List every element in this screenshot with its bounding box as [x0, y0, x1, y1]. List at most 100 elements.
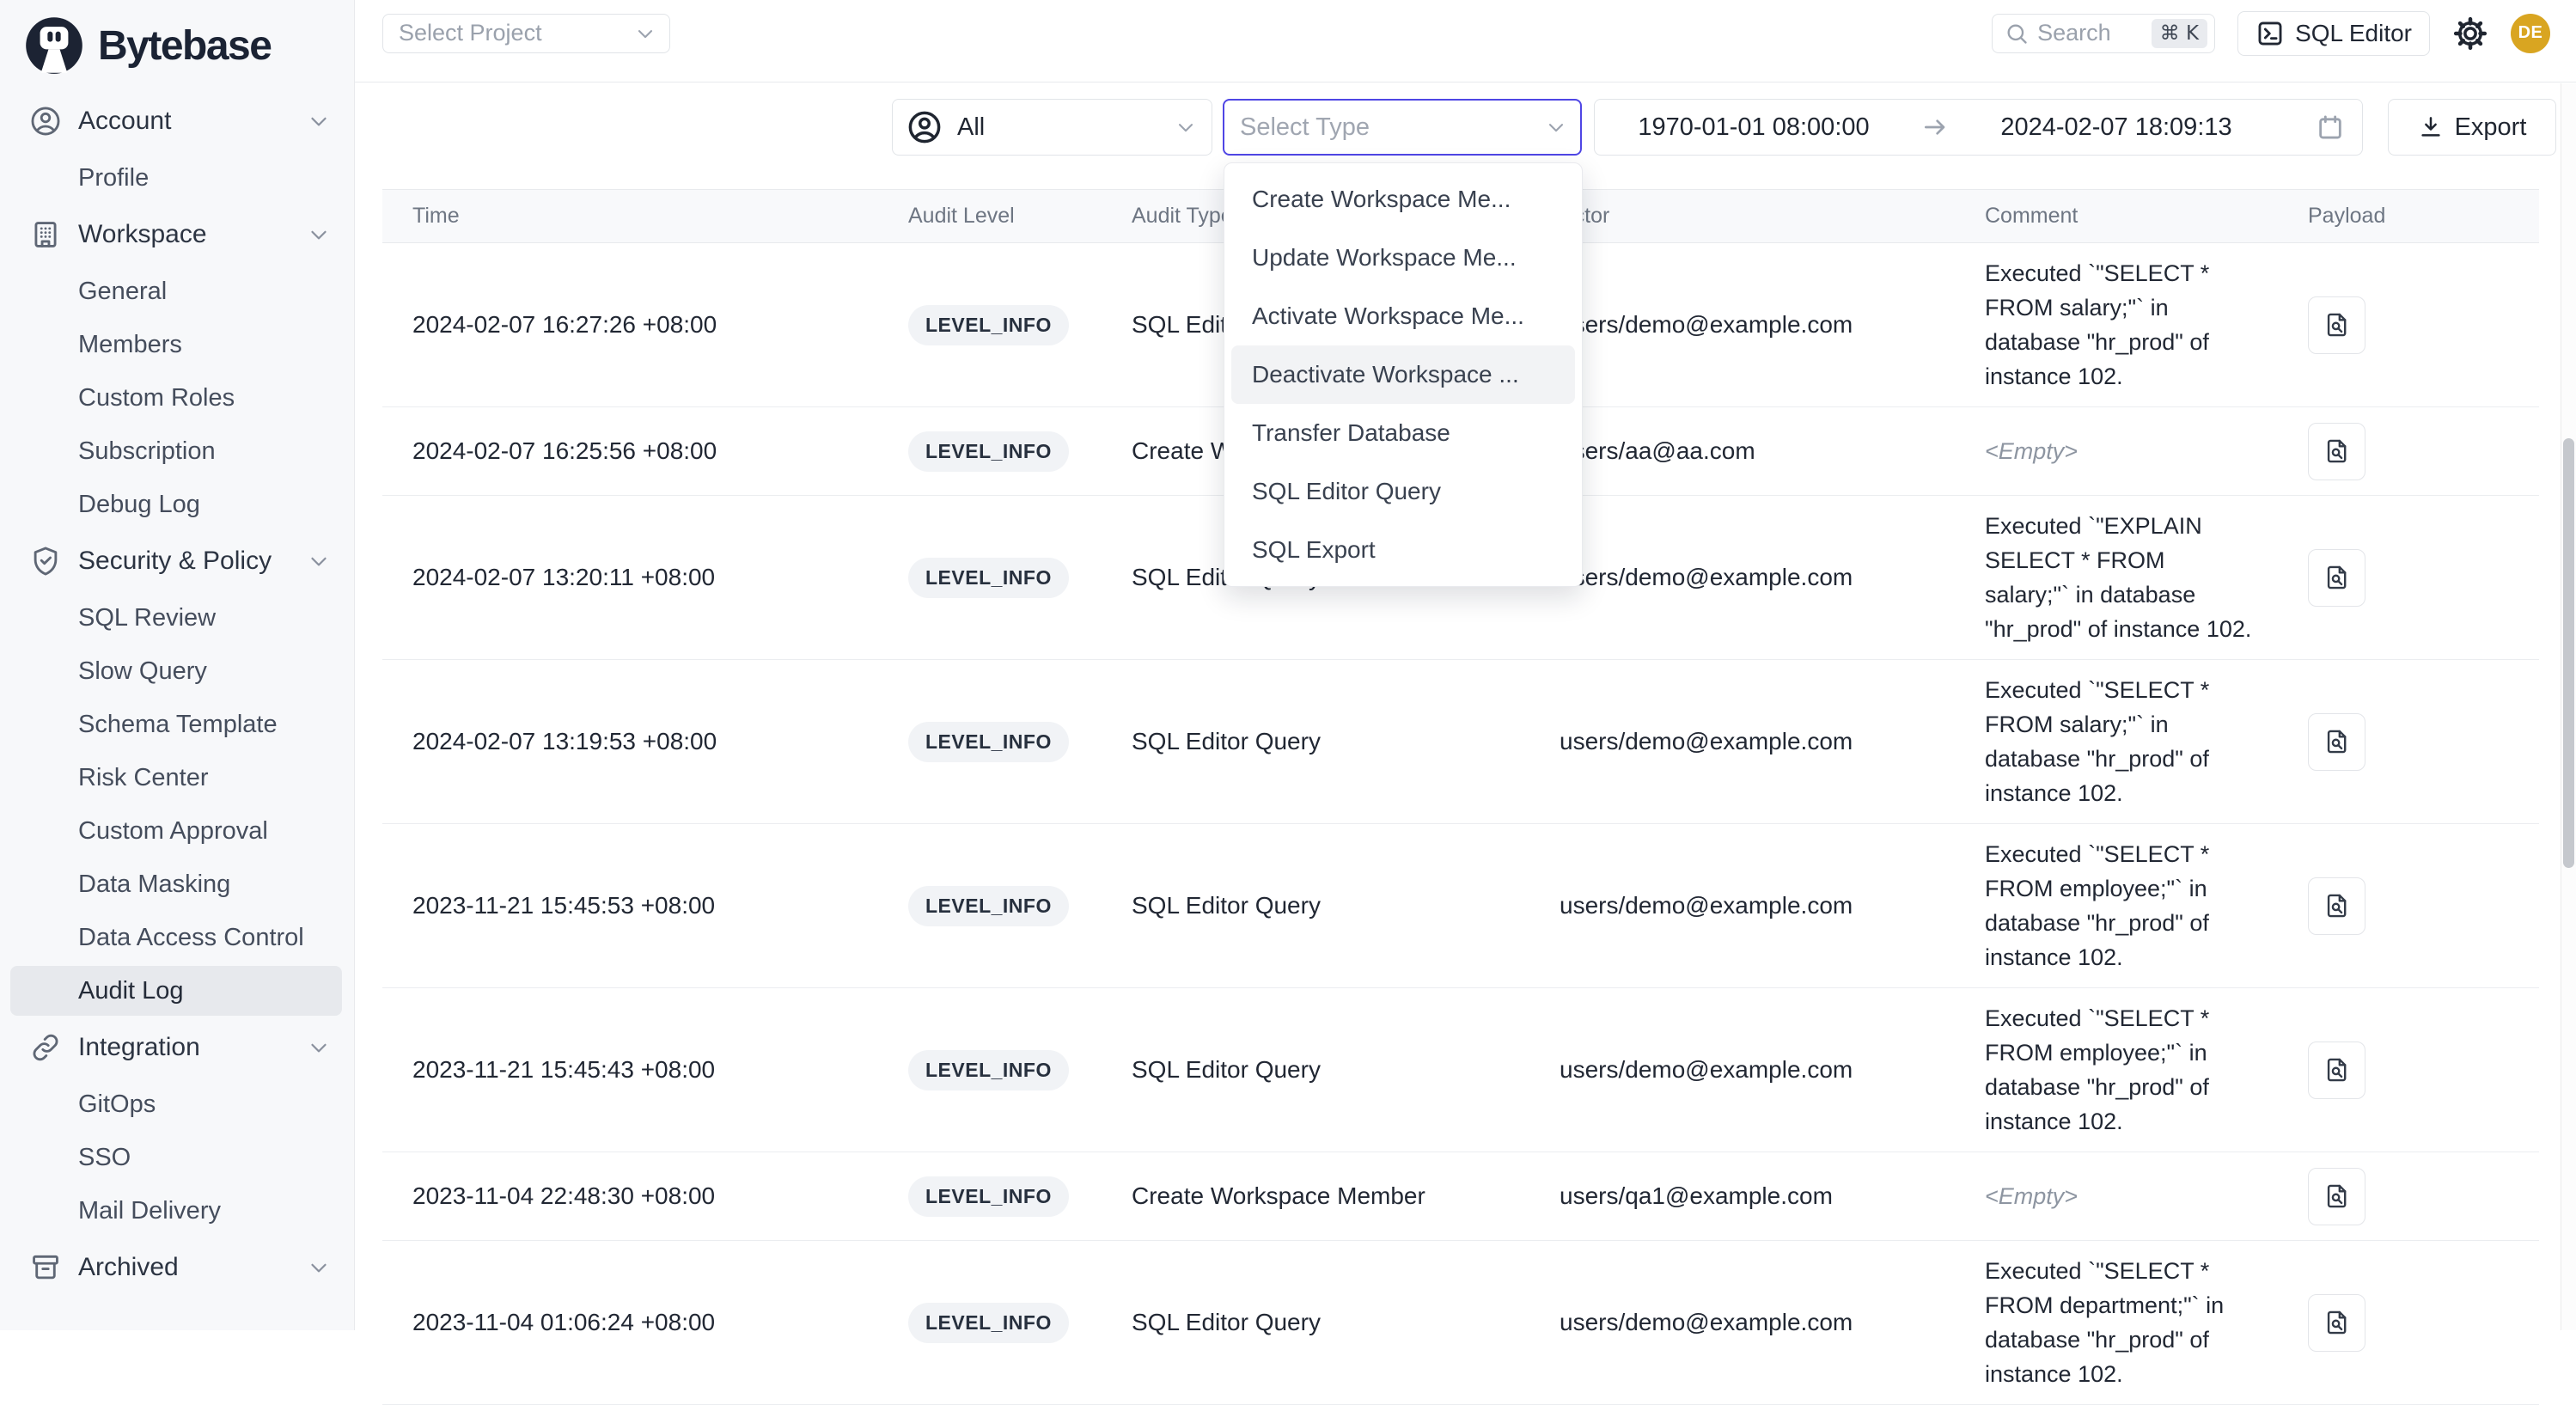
audit-level-badge: LEVEL_INFO [908, 1303, 1069, 1343]
sidebar-section-security-policy[interactable]: Security & Policy [0, 533, 354, 589]
sidebar-item-risk-center[interactable]: Risk Center [10, 753, 342, 803]
sidebar-item-custom-roles[interactable]: Custom Roles [10, 373, 342, 423]
calendar-icon [2316, 113, 2345, 142]
sidebar-item-label: SQL Review [78, 604, 216, 632]
search-input[interactable]: Search ⌘ K [1992, 14, 2215, 53]
view-payload-button[interactable] [2308, 1168, 2365, 1225]
view-payload-button[interactable] [2308, 423, 2365, 480]
view-payload-button[interactable] [2308, 1042, 2365, 1099]
chevron-down-icon [306, 1035, 332, 1060]
sidebar-item-sso[interactable]: SSO [10, 1133, 342, 1182]
sidebar-section-label: Security & Policy [78, 547, 306, 576]
dropdown-item-deactivate-workspace[interactable]: Deactivate Workspace ... [1231, 345, 1575, 404]
audit-time: 2023-11-21 15:45:43 +08:00 [382, 1056, 878, 1084]
sidebar-item-mail-delivery[interactable]: Mail Delivery [10, 1186, 342, 1236]
date-range-start: 1970-01-01 08:00:00 [1612, 113, 1895, 142]
sidebar-item-debug-log[interactable]: Debug Log [10, 480, 342, 529]
scrollbar-thumb[interactable] [2563, 438, 2574, 868]
dropdown-item-sql-export[interactable]: SQL Export [1231, 521, 1575, 579]
sidebar-item-profile[interactable]: Profile [10, 153, 342, 203]
view-payload-button[interactable] [2308, 1294, 2365, 1352]
type-filter-select[interactable]: Select Type [1223, 99, 1582, 156]
sidebar-item-label: Data Access Control [78, 924, 304, 952]
building-icon [29, 218, 62, 251]
sidebar-item-slow-query[interactable]: Slow Query [10, 646, 342, 696]
audit-actor: users/aa@aa.com [1529, 437, 1955, 465]
audit-comment: <Empty> [1985, 434, 2078, 468]
sidebar-section-label: Workspace [78, 220, 306, 249]
view-payload-button[interactable] [2308, 296, 2365, 354]
sidebar-item-label: GitOps [78, 1090, 156, 1119]
sidebar-item-custom-approval[interactable]: Custom Approval [10, 806, 342, 856]
sidebar-item-schema-template[interactable]: Schema Template [10, 699, 342, 749]
audit-type: SQL Editor Query [1102, 892, 1529, 919]
audit-level-badge: LEVEL_INFO [908, 431, 1069, 472]
project-select[interactable]: Select Project [382, 14, 670, 53]
chevron-down-icon [306, 108, 332, 134]
audit-actor: users/demo@example.com [1529, 728, 1955, 755]
audit-level-badge: LEVEL_INFO [908, 1176, 1069, 1217]
audit-level-badge: LEVEL_INFO [908, 722, 1069, 762]
file-search-icon [2323, 310, 2352, 339]
date-range-picker[interactable]: 1970-01-01 08:00:00 2024-02-07 18:09:13 [1594, 99, 2363, 156]
audit-actor: users/demo@example.com [1529, 1309, 1955, 1336]
sidebar-item-data-access-control[interactable]: Data Access Control [10, 913, 342, 962]
brand[interactable]: Bytebase [0, 0, 354, 82]
column-header-time: Time [382, 204, 878, 229]
actor-filter-select[interactable]: All [892, 99, 1212, 156]
sidebar-item-gitops[interactable]: GitOps [10, 1079, 342, 1129]
file-search-icon [2323, 891, 2352, 920]
vertical-scrollbar[interactable] [2561, 83, 2576, 1330]
link-icon [29, 1031, 62, 1064]
file-search-icon [2323, 727, 2352, 756]
audit-time: 2023-11-04 01:06:24 +08:00 [382, 1309, 878, 1336]
sidebar-item-label: Audit Log [78, 977, 184, 1005]
gear-icon[interactable] [2452, 15, 2488, 52]
column-header-comment: Comment [1955, 204, 2278, 229]
sidebar-section-account[interactable]: Account [0, 93, 354, 150]
view-payload-button[interactable] [2308, 549, 2365, 607]
audit-level-badge: LEVEL_INFO [908, 886, 1069, 926]
file-search-icon [2323, 1182, 2352, 1211]
sidebar-section-archived[interactable]: Archived [0, 1239, 354, 1296]
export-button[interactable]: Export [2388, 99, 2556, 156]
sidebar-section-integration[interactable]: Integration [0, 1019, 354, 1076]
search-shortcut-badge: ⌘ K [2152, 19, 2207, 48]
sidebar-item-members[interactable]: Members [10, 320, 342, 370]
view-payload-button[interactable] [2308, 713, 2365, 771]
audit-actor: users/demo@example.com [1529, 1056, 1955, 1084]
sidebar-item-subscription[interactable]: Subscription [10, 426, 342, 476]
type-filter-placeholder: Select Type [1240, 113, 1370, 142]
sql-editor-button[interactable]: SQL Editor [2237, 11, 2430, 56]
dropdown-item-sql-editor-query[interactable]: SQL Editor Query [1231, 462, 1575, 521]
audit-time: 2024-02-07 16:25:56 +08:00 [382, 437, 878, 465]
view-payload-button[interactable] [2308, 877, 2365, 935]
user-circle-icon [29, 105, 62, 137]
audit-type: SQL Editor Query [1102, 1056, 1529, 1084]
sidebar-section-label: Account [78, 107, 306, 136]
file-search-icon [2323, 563, 2352, 592]
sidebar-item-data-masking[interactable]: Data Masking [10, 859, 342, 909]
audit-comment: <Empty> [1985, 1179, 2078, 1213]
audit-time: 2023-11-21 15:45:53 +08:00 [382, 892, 878, 919]
date-range-end: 2024-02-07 18:09:13 [1975, 113, 2258, 142]
file-search-icon [2323, 1308, 2352, 1337]
dropdown-item-create-workspace-me[interactable]: Create Workspace Me... [1231, 170, 1575, 229]
table-row: 2023-11-04 22:48:30 +08:00LEVEL_INFOCrea… [382, 1152, 2539, 1241]
sidebar-section-label: Integration [78, 1033, 306, 1062]
dropdown-item-update-workspace-me[interactable]: Update Workspace Me... [1231, 229, 1575, 287]
type-filter-dropdown: Create Workspace Me...Update Workspace M… [1224, 162, 1583, 587]
user-avatar[interactable]: DE [2511, 14, 2550, 53]
topbar-right: Search ⌘ K SQL Editor DE [1992, 11, 2550, 56]
sidebar-item-label: Custom Approval [78, 817, 268, 846]
sidebar-item-label: Risk Center [78, 764, 209, 792]
table-row: 2024-02-07 13:19:53 +08:00LEVEL_INFOSQL … [382, 660, 2539, 824]
sidebar-item-sql-review[interactable]: SQL Review [10, 593, 342, 643]
sidebar-item-general[interactable]: General [10, 266, 342, 316]
dropdown-item-transfer-database[interactable]: Transfer Database [1231, 404, 1575, 462]
chevron-down-icon [306, 222, 332, 247]
audit-comment: Executed `"SELECT * FROM salary;"` in da… [1985, 256, 2256, 394]
sidebar-section-workspace[interactable]: Workspace [0, 206, 354, 263]
dropdown-item-activate-workspace-me[interactable]: Activate Workspace Me... [1231, 287, 1575, 345]
sidebar-item-audit-log[interactable]: Audit Log [10, 966, 342, 1016]
